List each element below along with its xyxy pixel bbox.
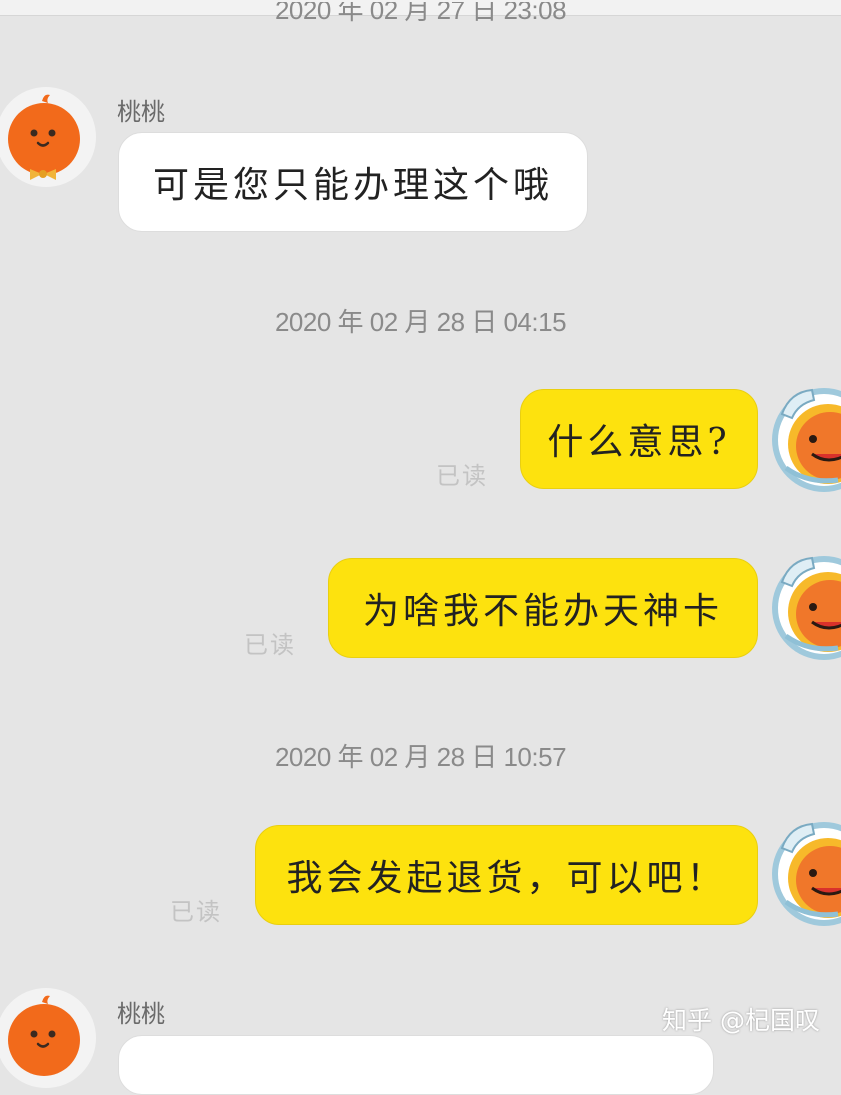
orange-mascot-icon xyxy=(0,988,96,1088)
outgoing-message-bubble[interactable]: 什么意思? xyxy=(520,389,758,489)
avatar-helmet-mascot[interactable] xyxy=(768,818,841,928)
read-receipt: 已读 xyxy=(436,462,488,490)
incoming-message-bubble[interactable] xyxy=(118,1035,714,1095)
orange-mascot-icon xyxy=(0,87,96,187)
sender-name: 桃桃 xyxy=(117,1000,165,1028)
outgoing-message-bubble[interactable]: 为啥我不能办天神卡 xyxy=(328,558,758,658)
avatar-bowtie-mascot[interactable] xyxy=(0,87,96,187)
message-text: 为啥我不能办天神卡 xyxy=(362,591,723,632)
read-receipt: 已读 xyxy=(244,631,296,659)
message-text: 我会发起退货，可以吧！ xyxy=(286,858,727,899)
read-receipt: 已读 xyxy=(170,898,222,926)
outgoing-message-bubble[interactable]: 我会发起退货，可以吧！ xyxy=(255,825,758,925)
avatar-helmet-mascot[interactable] xyxy=(768,384,841,494)
orange-mascot-icon xyxy=(772,388,841,492)
orange-mascot-icon xyxy=(772,556,841,660)
orange-mascot-icon xyxy=(772,822,841,926)
avatar-helmet-mascot[interactable] xyxy=(768,552,841,662)
watermark: 知乎 @杞国叹 xyxy=(662,1006,820,1035)
sender-name: 桃桃 xyxy=(117,98,165,126)
message-text: 什么意思? xyxy=(547,422,731,463)
avatar-bowtie-mascot[interactable] xyxy=(0,988,96,1088)
incoming-message-bubble[interactable]: 可是您只能办理这个哦 xyxy=(118,132,588,232)
timestamp: 2020 年 02 月 28 日 10:57 xyxy=(274,742,567,772)
message-text: 可是您只能办理这个哦 xyxy=(152,165,553,206)
timestamp: 2020 年 02 月 27 日 23:08 xyxy=(274,2,567,25)
timestamp: 2020 年 02 月 28 日 04:15 xyxy=(274,307,567,337)
